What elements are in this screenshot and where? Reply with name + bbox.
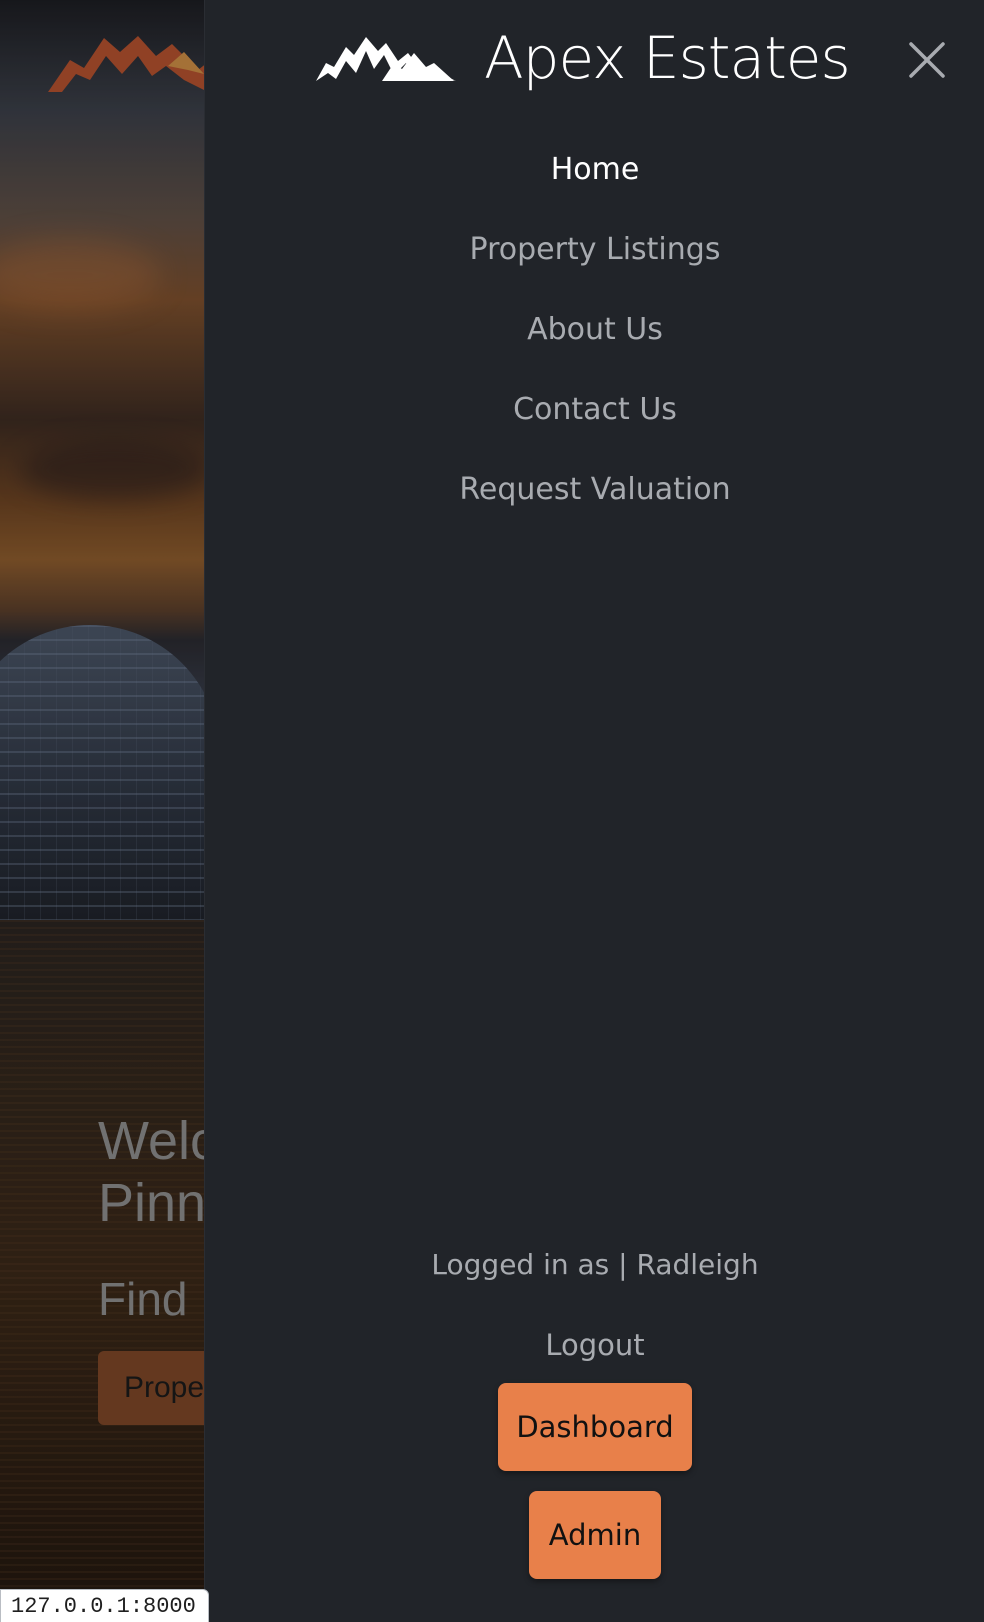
status-bar-url: 127.0.0.1:8000 — [0, 1589, 209, 1622]
hero-background: Welc Pinn Find Prope — [0, 0, 204, 1622]
nav-item-about-us[interactable]: About Us — [527, 300, 663, 360]
user-section: Logged in as | Radleigh Logout Dashboard… — [205, 1235, 984, 1579]
offcanvas-menu: Apex Estates Home Property Listings Abou… — [204, 0, 984, 1622]
brand-name: Apex Estates — [484, 24, 851, 92]
close-icon[interactable] — [905, 38, 949, 82]
nav-item-property-listings[interactable]: Property Listings — [470, 220, 721, 280]
brand[interactable]: Apex Estates — [316, 24, 851, 92]
logout-link[interactable]: Logout — [545, 1315, 644, 1375]
backdrop-overlay[interactable] — [0, 0, 204, 1622]
nav-item-request-valuation[interactable]: Request Valuation — [459, 460, 730, 520]
logged-in-text: Logged in as | Radleigh — [431, 1248, 759, 1281]
admin-button[interactable]: Admin — [529, 1491, 661, 1579]
dashboard-button[interactable]: Dashboard — [498, 1383, 692, 1471]
nav-item-contact-us[interactable]: Contact Us — [513, 380, 677, 440]
nav-item-home[interactable]: Home — [551, 140, 640, 200]
main-nav: Home Property Listings About Us Contact … — [205, 140, 984, 540]
mountain-logo-icon — [316, 37, 456, 81]
